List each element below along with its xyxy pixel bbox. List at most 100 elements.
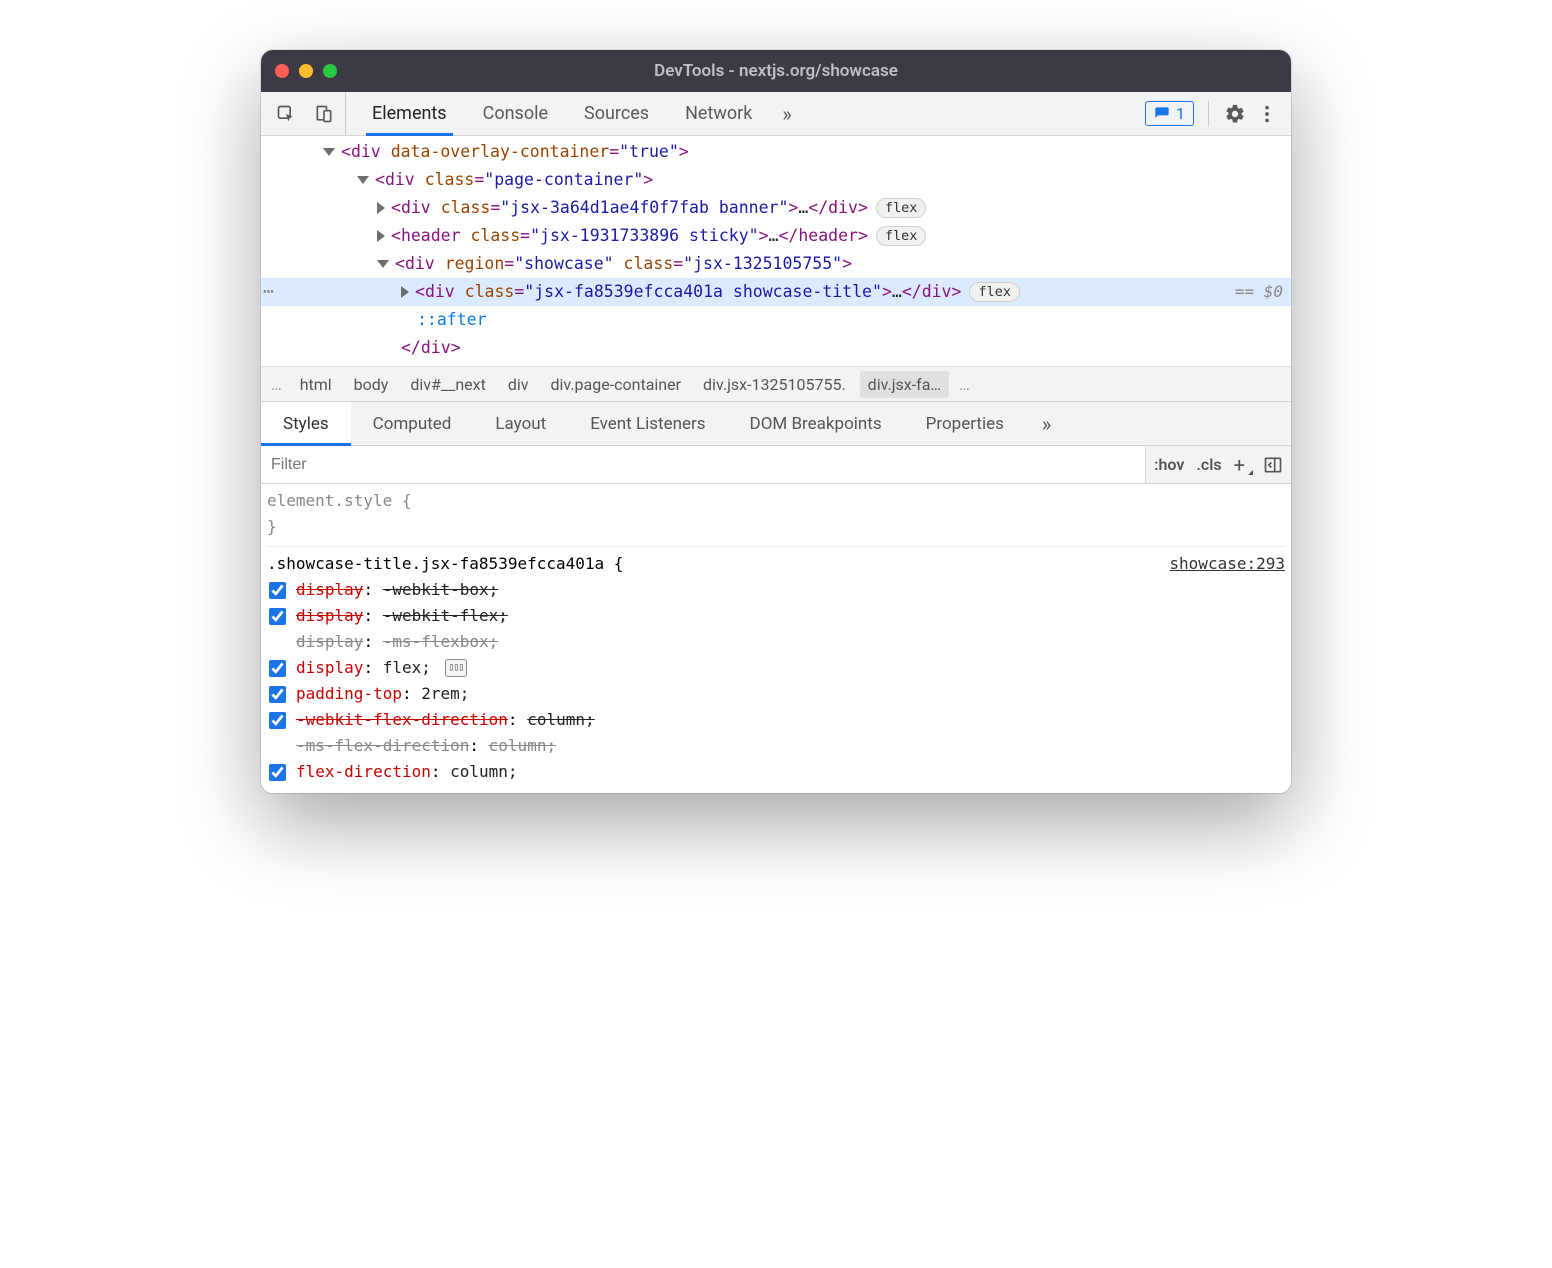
dom-line-6[interactable]: ::after xyxy=(261,306,1291,334)
main-toolbar: Elements Console Sources Network » 1 xyxy=(261,92,1291,136)
crumb-html[interactable]: html xyxy=(292,371,340,398)
dom-line-2[interactable]: <div class="jsx-3a64d1ae4f0f7fab banner"… xyxy=(261,194,1291,222)
prop-value[interactable]: column; xyxy=(527,710,594,729)
dom-line-1[interactable]: <div class="page-container"> xyxy=(261,166,1291,194)
dom-line-selected[interactable]: ⋯ <div class="jsx-fa8539efcca401a showca… xyxy=(261,278,1291,306)
issues-count: 1 xyxy=(1176,104,1185,123)
selection-ellipsis-icon: ⋯ xyxy=(263,278,274,306)
crumb-div[interactable]: div xyxy=(500,371,537,398)
element-style-close: } xyxy=(267,514,1285,540)
paneltab-properties[interactable]: Properties xyxy=(904,402,1026,445)
paneltab-listeners[interactable]: Event Listeners xyxy=(568,402,727,445)
css-prop-row[interactable]: display: -ms-flexbox; xyxy=(267,629,1285,655)
dom-line-4[interactable]: <div region="showcase" class="jsx-132510… xyxy=(261,250,1291,278)
paneltab-layout[interactable]: Layout xyxy=(473,402,568,445)
prop-checkbox[interactable] xyxy=(269,660,286,677)
prop-name[interactable]: display xyxy=(296,580,363,599)
crumb-left-ell[interactable]: … xyxy=(267,375,286,394)
prop-name[interactable]: display xyxy=(296,606,363,625)
prop-value[interactable]: 2rem; xyxy=(421,684,469,703)
styles-panel-tabs: Styles Computed Layout Event Listeners D… xyxy=(261,402,1291,446)
dom-tree[interactable]: <div data-overlay-container="true"> <div… xyxy=(261,136,1291,366)
cls-toggle[interactable]: .cls xyxy=(1196,455,1221,474)
prop-checkbox[interactable] xyxy=(269,712,286,729)
toolbar-left xyxy=(267,92,346,135)
main-tabs: Elements Console Sources Network » xyxy=(354,92,1145,135)
prop-checkbox[interactable] xyxy=(269,686,286,703)
crumb-selected[interactable]: div.jsx-fa… xyxy=(860,371,949,398)
prop-value[interactable]: -ms-flexbox; xyxy=(383,632,499,651)
flex-pill[interactable]: flex xyxy=(876,226,927,246)
crumb-right-ell[interactable]: … xyxy=(955,375,974,394)
traffic-lights xyxy=(275,64,337,78)
devtools-window: DevTools - nextjs.org/showcase Elements … xyxy=(261,50,1291,793)
css-prop-row[interactable]: -webkit-flex-direction: column; xyxy=(267,707,1285,733)
flex-editor-icon[interactable]: ▯▯▯ xyxy=(445,659,467,677)
prop-name[interactable]: flex-direction xyxy=(296,762,431,781)
prop-value[interactable]: flex; xyxy=(383,658,431,677)
paneltab-dombreak[interactable]: DOM Breakpoints xyxy=(728,402,904,445)
tabs-overflow-icon[interactable]: » xyxy=(770,102,803,126)
maximize-dot[interactable] xyxy=(323,64,337,78)
rule-header: .showcase-title.jsx-fa8539efcca401a { sh… xyxy=(267,546,1285,577)
prop-checkbox[interactable] xyxy=(269,608,286,625)
prop-value[interactable]: -webkit-box; xyxy=(383,580,499,599)
inspect-icon[interactable] xyxy=(275,103,297,125)
paneltab-styles[interactable]: Styles xyxy=(261,402,351,445)
issues-badge[interactable]: 1 xyxy=(1145,101,1194,126)
crumb-body[interactable]: body xyxy=(346,371,397,398)
css-prop-row[interactable]: display: flex;▯▯▯ xyxy=(267,655,1285,681)
flex-pill[interactable]: flex xyxy=(876,198,927,218)
crumb-next[interactable]: div#__next xyxy=(402,371,493,398)
css-prop-row[interactable]: padding-top: 2rem; xyxy=(267,681,1285,707)
breadcrumb: … html body div#__next div div.page-cont… xyxy=(261,366,1291,402)
tab-network[interactable]: Network xyxy=(667,92,770,135)
eq-dollar: == $0 xyxy=(1235,278,1283,306)
minimize-dot[interactable] xyxy=(299,64,313,78)
tab-console[interactable]: Console xyxy=(465,92,566,135)
computed-sidebar-icon[interactable] xyxy=(1263,455,1283,475)
prop-value[interactable]: column; xyxy=(489,736,556,755)
prop-name[interactable]: -webkit-flex-direction xyxy=(296,710,508,729)
dom-line-0[interactable]: <div data-overlay-container="true"> xyxy=(261,138,1291,166)
prop-checkbox[interactable] xyxy=(269,764,286,781)
rule-source-link[interactable]: showcase:293 xyxy=(1169,551,1285,577)
prop-name[interactable]: padding-top xyxy=(296,684,402,703)
new-rule-icon[interactable]: + xyxy=(1234,453,1251,477)
crumb-page-container[interactable]: div.page-container xyxy=(543,371,690,398)
rule-selector[interactable]: .showcase-title.jsx-fa8539efcca401a { xyxy=(267,551,623,577)
gear-icon[interactable] xyxy=(1223,102,1247,126)
styles-body[interactable]: element.style { } .showcase-title.jsx-fa… xyxy=(261,484,1291,793)
css-prop-row[interactable]: flex-direction: column; xyxy=(267,759,1285,785)
paneltab-overflow-icon[interactable]: » xyxy=(1026,412,1067,436)
prop-name[interactable]: -ms-flex-direction xyxy=(296,736,469,755)
prop-value[interactable]: -webkit-flex; xyxy=(383,606,508,625)
prop-name[interactable]: display xyxy=(296,632,363,651)
flex-pill[interactable]: flex xyxy=(969,282,1020,302)
crumb-jsx1[interactable]: div.jsx-1325105755. xyxy=(695,371,854,398)
prop-name[interactable]: display xyxy=(296,658,363,677)
tab-elements[interactable]: Elements xyxy=(354,92,465,135)
divider xyxy=(1208,101,1209,127)
kebab-icon[interactable] xyxy=(1255,102,1279,126)
toolbar-right: 1 xyxy=(1145,101,1285,127)
dom-line-7[interactable]: </div> xyxy=(261,334,1291,362)
rule-props: display: -webkit-box;display: -webkit-fl… xyxy=(267,577,1285,785)
device-toggle-icon[interactable] xyxy=(313,103,335,125)
css-prop-row[interactable]: -ms-flex-direction: column; xyxy=(267,733,1285,759)
styles-filter-bar: :hov .cls + xyxy=(261,446,1291,484)
prop-value[interactable]: column; xyxy=(450,762,517,781)
paneltab-computed[interactable]: Computed xyxy=(351,402,474,445)
hov-toggle[interactable]: :hov xyxy=(1154,455,1184,474)
filter-tools: :hov .cls + xyxy=(1145,446,1291,483)
window-title: DevTools - nextjs.org/showcase xyxy=(261,61,1291,81)
close-dot[interactable] xyxy=(275,64,289,78)
filter-input[interactable] xyxy=(261,446,1145,483)
prop-checkbox[interactable] xyxy=(269,582,286,599)
element-style-selector[interactable]: element.style { xyxy=(267,488,1285,514)
dom-line-3[interactable]: <header class="jsx-1931733896 sticky">…<… xyxy=(261,222,1291,250)
titlebar: DevTools - nextjs.org/showcase xyxy=(261,50,1291,92)
tab-sources[interactable]: Sources xyxy=(566,92,667,135)
css-prop-row[interactable]: display: -webkit-box; xyxy=(267,577,1285,603)
css-prop-row[interactable]: display: -webkit-flex; xyxy=(267,603,1285,629)
